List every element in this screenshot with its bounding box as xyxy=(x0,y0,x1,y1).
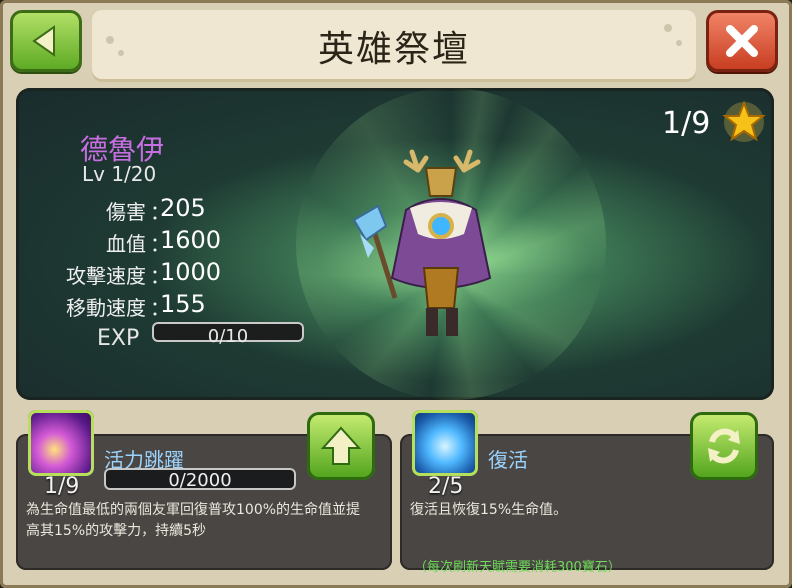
skill-description-line: 高其15%的攻擊力，持續5秒 xyxy=(26,523,207,539)
back-arrow-icon xyxy=(32,25,55,57)
altar-window: 英雄祭壇 德魯伊 Lv 1/20 傷害 ： 205 血值 ： 1600 攻擊速度… xyxy=(0,0,792,588)
upgrade-skill-button[interactable] xyxy=(307,412,375,480)
stat-label-move-speed: 移動速度 xyxy=(66,296,146,320)
arrow-up-icon xyxy=(320,426,362,465)
druid-hero-portrait xyxy=(352,149,492,336)
hero-level: Lv 1/20 xyxy=(82,162,157,186)
page-title: 英雄祭壇 xyxy=(317,29,470,70)
stat-label-hp: 血值 xyxy=(106,232,146,256)
skill-level: 2/5 xyxy=(428,474,464,499)
vitality-leap-skill-icon[interactable] xyxy=(28,410,94,476)
skill-progress-text: 0/2000 xyxy=(168,470,232,491)
stat-value-attack-speed: 1000 xyxy=(160,258,222,286)
exp-value: 0/10 xyxy=(207,326,249,347)
stat-label-attack-speed: 攻擊速度 xyxy=(66,264,146,288)
refresh-talent-button[interactable] xyxy=(690,412,758,480)
skill-level: 1/9 xyxy=(44,474,80,499)
stat-label-damage: 傷害 xyxy=(106,200,146,224)
star-count: 1/9 xyxy=(662,106,711,141)
skill-description-line: 為生命值最低的兩個友軍回復普攻100%的生命值並提 xyxy=(26,502,361,518)
close-icon xyxy=(726,25,758,57)
star-icon xyxy=(722,100,766,142)
stat-value-hp: 1600 xyxy=(160,226,222,254)
skill-description-line: 復活且恢復15%生命值。 xyxy=(410,502,568,518)
stat-value-damage: 205 xyxy=(160,194,206,222)
back-button[interactable] xyxy=(10,10,82,72)
title-bar: 英雄祭壇 xyxy=(92,10,696,82)
skill-name: 復活 xyxy=(488,448,528,472)
refresh-cost-note: （每次刷新天賦需要消耗300寶石） xyxy=(414,560,621,575)
exp-label: EXP xyxy=(97,326,140,351)
close-button[interactable] xyxy=(706,10,778,72)
stat-value-move-speed: 155 xyxy=(160,290,206,318)
refresh-icon xyxy=(708,428,740,464)
revive-skill-icon[interactable] xyxy=(412,410,478,476)
